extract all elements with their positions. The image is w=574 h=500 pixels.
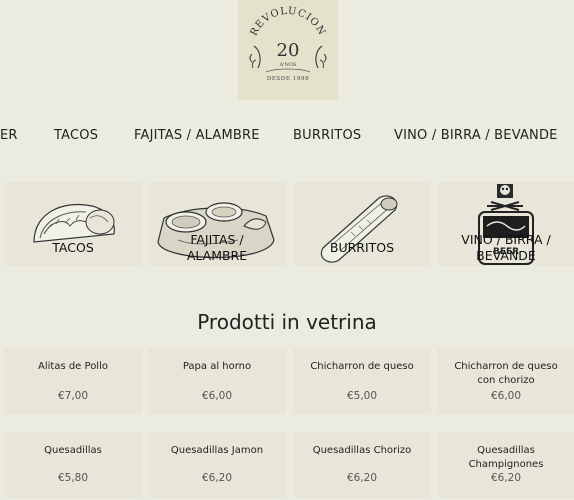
category-tile-tacos[interactable]: TACOS xyxy=(4,182,142,266)
category-tile-burritos[interactable]: BURRITOS xyxy=(293,182,431,266)
category-label: BURRITOS xyxy=(329,240,395,255)
product-name: Quesadillas xyxy=(44,445,102,456)
product-card[interactable]: Quesadillas Chorizo €6,20 xyxy=(293,432,431,498)
section-title: Prodotti in vetrina xyxy=(197,310,377,334)
product-card[interactable]: Quesadillas €5,80 xyxy=(4,432,142,498)
product-card[interactable]: Chicharron de queso con chorizo €6,00 xyxy=(437,348,574,414)
product-name: Chicharron de queso xyxy=(310,361,414,372)
product-name: Papa al horno xyxy=(182,361,252,372)
nav-item-vino-birra-bevande[interactable]: VINO / BIRRA / BEVANDE xyxy=(394,128,558,143)
category-label-line2: ALAMBRE xyxy=(186,248,248,263)
product-card[interactable]: Papa al horno €6,00 xyxy=(148,348,286,414)
main-nav: ER TACOS FAJITAS / ALAMBRE BURRITOS VINO… xyxy=(0,128,574,148)
logo-arc-text: REVOLUCION xyxy=(249,6,327,38)
category-tile-vino-birra-bevande[interactable]: BEER VINO / BIRRA / BEVANDE xyxy=(437,182,574,266)
product-name-line2: con chorizo xyxy=(477,375,535,386)
product-price: €6,20 xyxy=(490,472,522,484)
logo-emblem: REVOLUCION 20 A'NOS DESDE 1998 xyxy=(249,6,328,82)
category-label-line1: VINO / BIRRA / xyxy=(461,232,551,247)
nav-item-partial[interactable]: ER xyxy=(0,128,18,143)
product-price: €6,00 xyxy=(201,390,233,402)
product-name-line1: Quesadillas xyxy=(477,445,535,456)
nav-item-tacos[interactable]: TACOS xyxy=(54,128,98,143)
product-name-line1: Chicharron de queso xyxy=(454,361,558,372)
product-price: €6,00 xyxy=(490,390,522,402)
product-card[interactable]: Quesadillas Champignones €6,20 xyxy=(437,432,574,498)
logo-subtitle: A'NOS xyxy=(279,62,297,68)
product-card[interactable]: Alitas de Pollo €7,00 xyxy=(4,348,142,414)
brand-logo[interactable]: REVOLUCION 20 A'NOS DESDE 1998 xyxy=(238,0,338,100)
product-price: €7,00 xyxy=(57,390,89,402)
category-label-line1: FAJITAS / xyxy=(190,232,244,247)
product-price: €5,80 xyxy=(57,472,89,484)
product-card[interactable]: Chicharron de queso €5,00 xyxy=(293,348,431,414)
product-name: Quesadillas Chorizo xyxy=(312,445,412,456)
product-price: €6,20 xyxy=(346,472,378,484)
category-label: TACOS xyxy=(52,240,94,255)
product-price: €6,20 xyxy=(201,472,233,484)
nav-item-burritos[interactable]: BURRITOS xyxy=(293,128,361,143)
product-card[interactable]: Quesadillas Jamon €6,20 xyxy=(148,432,286,498)
logo-number: 20 xyxy=(277,40,300,61)
category-tile-fajitas-alambre[interactable]: FAJITAS / ALAMBRE xyxy=(148,182,286,266)
nav-item-fajitas-alambre[interactable]: FAJITAS / ALAMBRE xyxy=(134,128,260,143)
product-name: Quesadillas Jamon xyxy=(170,445,264,456)
product-name: Alitas de Pollo xyxy=(38,361,108,372)
logo-since: DESDE 1998 xyxy=(267,76,309,82)
svg-text:REVOLUCION: REVOLUCION xyxy=(249,6,328,38)
product-name-line2: Champignones xyxy=(468,459,544,470)
category-label-line2: BEVANDE xyxy=(476,248,536,263)
product-price: €5,00 xyxy=(346,390,378,402)
